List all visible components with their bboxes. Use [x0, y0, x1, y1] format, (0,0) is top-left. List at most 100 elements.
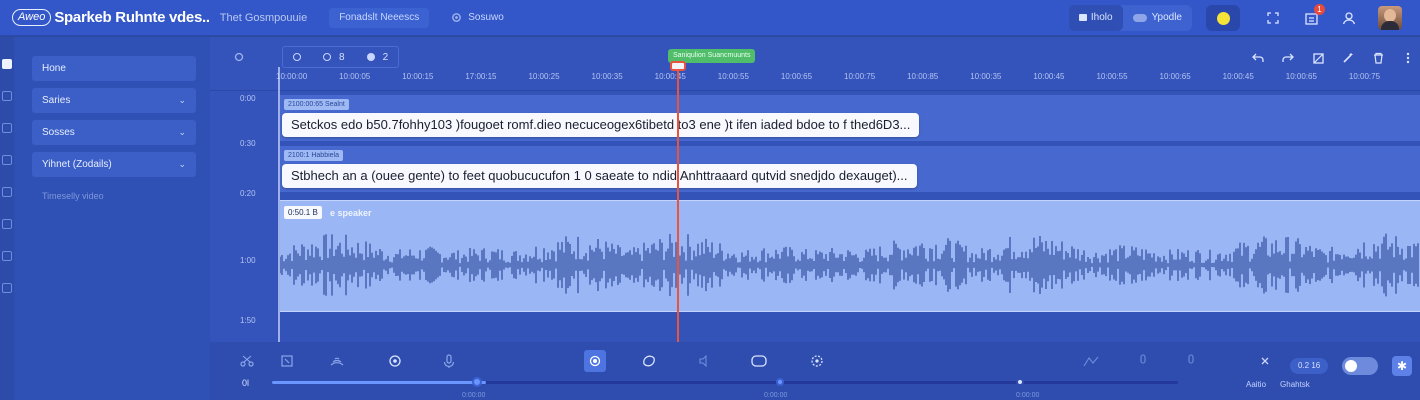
sidebar-item-home[interactable]: Hone — [32, 56, 196, 81]
sidebar-item-label: Sosses — [42, 127, 75, 138]
rail-item-home-icon[interactable] — [2, 59, 12, 69]
playhead-handle[interactable] — [670, 61, 686, 71]
zoom-out-icon[interactable] — [293, 53, 301, 61]
mic-icon — [1188, 354, 1194, 364]
close-button[interactable] — [1254, 350, 1276, 372]
app-logo[interactable]: Aweo Sparkeb Ruhnte vdes.. — [12, 9, 210, 26]
asterisk-button[interactable]: ✱ — [1392, 356, 1412, 376]
scrub-time-label: 0:00:00 — [764, 392, 788, 399]
more-vertical-icon — [1406, 52, 1410, 64]
rail-item-globe-icon[interactable] — [2, 155, 12, 165]
ruler-tick-label: 10:00:55 — [1096, 72, 1128, 81]
caption-text-box[interactable]: Setckos edo b50.7fohhy103 )fougoet romf.… — [282, 113, 920, 137]
cut-button[interactable] — [236, 350, 258, 372]
mic-button[interactable] — [438, 350, 460, 372]
waveform-path — [280, 233, 1419, 297]
magic-button[interactable] — [1340, 51, 1356, 65]
ruler-tick-label: 10:00:45 — [1033, 72, 1065, 81]
rail-item-grid-icon[interactable] — [2, 187, 12, 197]
sidebar-item-sources[interactable]: Sosses ⌄ — [32, 120, 196, 145]
top-right-controls: Iholo Ypodle 1 — [1068, 0, 1420, 36]
notifications-button[interactable]: 1 — [1300, 4, 1325, 29]
fullscreen-button[interactable] — [1262, 7, 1284, 29]
ruler-tick-label: 10:00:85 — [907, 72, 939, 81]
rail-item-library-icon[interactable] — [2, 91, 12, 101]
sidebar-item-label: Yihnet (Zodails) — [42, 159, 112, 170]
zoom-in-icon[interactable] — [323, 53, 331, 61]
ruler-tick-label: 10:00:65 — [1285, 72, 1317, 81]
playhead[interactable] — [677, 67, 679, 343]
scrub-time-label: 0:00:00 — [462, 392, 486, 399]
row-time-label: 0:30 — [240, 139, 256, 148]
volume-button[interactable] — [694, 350, 716, 372]
sidebar-item-label: Saries — [42, 95, 71, 106]
sidebar-item-details[interactable]: Yihnet (Zodails) ⌄ — [32, 152, 196, 177]
loop-toggle[interactable] — [1342, 357, 1378, 375]
row-time-label: 0:20 — [240, 189, 256, 198]
captions-icon — [751, 355, 767, 367]
ruler-tick-label: 10:00:75 — [844, 72, 876, 81]
sync-button[interactable] — [638, 350, 660, 372]
ruler-tick-label: 10:00:65 — [1159, 72, 1191, 81]
share-button[interactable] — [1080, 350, 1102, 372]
voice-button[interactable] — [384, 350, 406, 372]
rail-item-help-icon[interactable] — [2, 283, 12, 293]
progress-scrubber[interactable] — [272, 377, 1178, 387]
caption-time-tag: 2100:00:65 Sealnt — [284, 99, 349, 110]
zoom-box: 8 2 — [282, 46, 400, 68]
scissors-icon — [240, 355, 254, 367]
progress-knob-end[interactable] — [1016, 378, 1024, 386]
undo-icon — [1252, 53, 1264, 62]
delete-button[interactable] — [1370, 51, 1386, 65]
progress-knob-mid[interactable] — [776, 378, 784, 386]
rail-item-pin-icon[interactable] — [2, 251, 12, 261]
user-profile-button[interactable] — [1338, 7, 1360, 29]
record-button[interactable] — [584, 350, 606, 372]
left-rail — [0, 37, 14, 400]
rail-item-layers-icon[interactable] — [2, 123, 12, 133]
zoom-reset-icon[interactable] — [366, 53, 375, 61]
zoom-value-a: 8 — [339, 51, 345, 63]
track-start-marker — [278, 67, 280, 343]
ruler-tick-label: 10:00:35 — [591, 72, 623, 81]
caption-track-1[interactable]: 2100:00:65 Sealnt Setckos edo b50.7fohhy… — [280, 95, 1420, 141]
ruler-tick-label: 10:00:75 — [1348, 72, 1381, 81]
trim-button[interactable] — [1310, 51, 1326, 65]
mic-alt2-button[interactable] — [1180, 350, 1202, 372]
sidebar-item-series[interactable]: Saries ⌄ — [32, 88, 196, 113]
mode-right-label: Ypodle — [1151, 12, 1182, 23]
more-button[interactable] — [1400, 51, 1416, 65]
transport-bar: 0.2 16 ✱ 0l 0:00:00 0:00:00 0:00:00 Aait… — [210, 342, 1420, 400]
wifi-icon — [330, 357, 344, 366]
logo-badge: Aweo — [12, 9, 52, 26]
mode-right-segment[interactable]: Ypodle — [1123, 5, 1192, 31]
playback-speed[interactable]: 0.2 16 — [1290, 358, 1329, 374]
project-dropdown[interactable]: Fonadslt Neeescs — [329, 7, 430, 28]
undo-button[interactable] — [1250, 51, 1266, 65]
split-icon — [281, 355, 293, 367]
caption-track-2[interactable]: 2100:1 Habbiela Stbhech an a (ouee gente… — [280, 146, 1420, 192]
caption-text-box[interactable]: Stbhech an a (ouee gente) to feet quobuc… — [282, 164, 917, 188]
avatar[interactable] — [1378, 6, 1402, 30]
rail-item-share-icon[interactable] — [2, 219, 12, 229]
theme-toggle-button[interactable] — [1206, 5, 1240, 31]
gear-icon — [452, 13, 462, 22]
captions-button[interactable] — [748, 350, 770, 372]
share-icon — [1083, 356, 1099, 367]
speaker-icon — [699, 355, 707, 367]
sidebar: Hone Saries ⌄ Sosses ⌄ Yihnet (Zodails) … — [14, 37, 210, 400]
mode-toggle[interactable]: Iholo Ypodle — [1068, 5, 1192, 31]
mic-alt-button[interactable] — [1132, 350, 1154, 372]
split-button[interactable] — [276, 350, 298, 372]
mode-left-segment[interactable]: Iholo — [1068, 5, 1123, 31]
timeline-settings-button[interactable] — [234, 46, 244, 68]
effects-button[interactable] — [806, 350, 828, 372]
folder-icon — [1078, 14, 1087, 21]
record-icon — [589, 355, 601, 367]
audio-track[interactable]: 0:50.1 B e speaker — [280, 200, 1420, 312]
redo-button[interactable] — [1280, 51, 1296, 65]
project-subtitle: Thet Gosmpouuie — [219, 11, 308, 24]
progress-knob-start[interactable] — [472, 377, 482, 387]
signal-button[interactable] — [326, 350, 348, 372]
sound-selector[interactable]: Sosuwo — [441, 8, 514, 28]
